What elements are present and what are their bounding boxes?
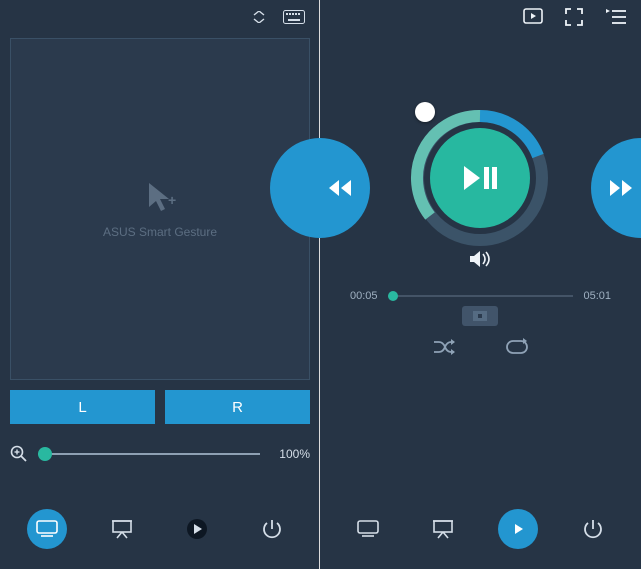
volume-button[interactable] xyxy=(320,250,641,268)
cursor-add-icon: + xyxy=(143,179,177,213)
left-click-button[interactable]: L xyxy=(10,390,155,424)
time-duration: 05:01 xyxy=(583,290,611,302)
seek-preview xyxy=(462,306,498,326)
next-button[interactable] xyxy=(591,138,641,238)
progress-thumb[interactable] xyxy=(388,291,398,301)
collapse-icon[interactable] xyxy=(253,11,265,23)
nav-media-button[interactable] xyxy=(498,509,538,549)
touchpad-preview[interactable]: + ASUS Smart Gesture xyxy=(10,38,310,380)
zoom-icon xyxy=(10,445,28,463)
previous-button[interactable] xyxy=(270,138,370,238)
progress-slider[interactable] xyxy=(388,295,574,297)
zoom-slider[interactable] xyxy=(38,453,260,455)
playlist-icon[interactable] xyxy=(605,9,627,25)
shuffle-button[interactable] xyxy=(433,338,455,356)
keyboard-icon[interactable] xyxy=(283,10,305,24)
preview-label: ASUS Smart Gesture xyxy=(103,225,217,239)
zoom-slider-thumb[interactable] xyxy=(38,447,52,461)
left-bottom-nav xyxy=(0,489,319,569)
playback-mode-row xyxy=(320,338,641,356)
nav-presentation-button[interactable] xyxy=(102,509,142,549)
fullscreen-icon[interactable] xyxy=(565,8,583,26)
right-topbar xyxy=(320,0,641,34)
mouse-buttons: L R xyxy=(10,390,310,424)
ring-scrub-thumb[interactable] xyxy=(415,102,435,122)
nav-power-button[interactable] xyxy=(573,509,613,549)
progress-row: 00:05 05:01 xyxy=(350,284,611,308)
nav-media-button[interactable] xyxy=(177,509,217,549)
time-elapsed: 00:05 xyxy=(350,290,378,302)
nav-touchpad-button[interactable] xyxy=(348,509,388,549)
media-panel: 00:05 05:01 xyxy=(320,0,641,569)
player-area xyxy=(320,48,641,248)
right-click-button[interactable]: R xyxy=(165,390,310,424)
zoom-value: 100% xyxy=(270,447,310,461)
right-bottom-nav xyxy=(320,489,641,569)
play-pause-button[interactable] xyxy=(430,128,530,228)
nav-presentation-button[interactable] xyxy=(423,509,463,549)
zoom-row: 100% xyxy=(10,440,310,468)
touchpad-panel: + ASUS Smart Gesture L R 100% xyxy=(0,0,320,569)
svg-text:+: + xyxy=(168,192,176,208)
screen-icon[interactable] xyxy=(523,8,543,26)
left-topbar xyxy=(0,0,319,34)
nav-power-button[interactable] xyxy=(252,509,292,549)
nav-touchpad-button[interactable] xyxy=(27,509,67,549)
repeat-button[interactable] xyxy=(505,338,529,356)
